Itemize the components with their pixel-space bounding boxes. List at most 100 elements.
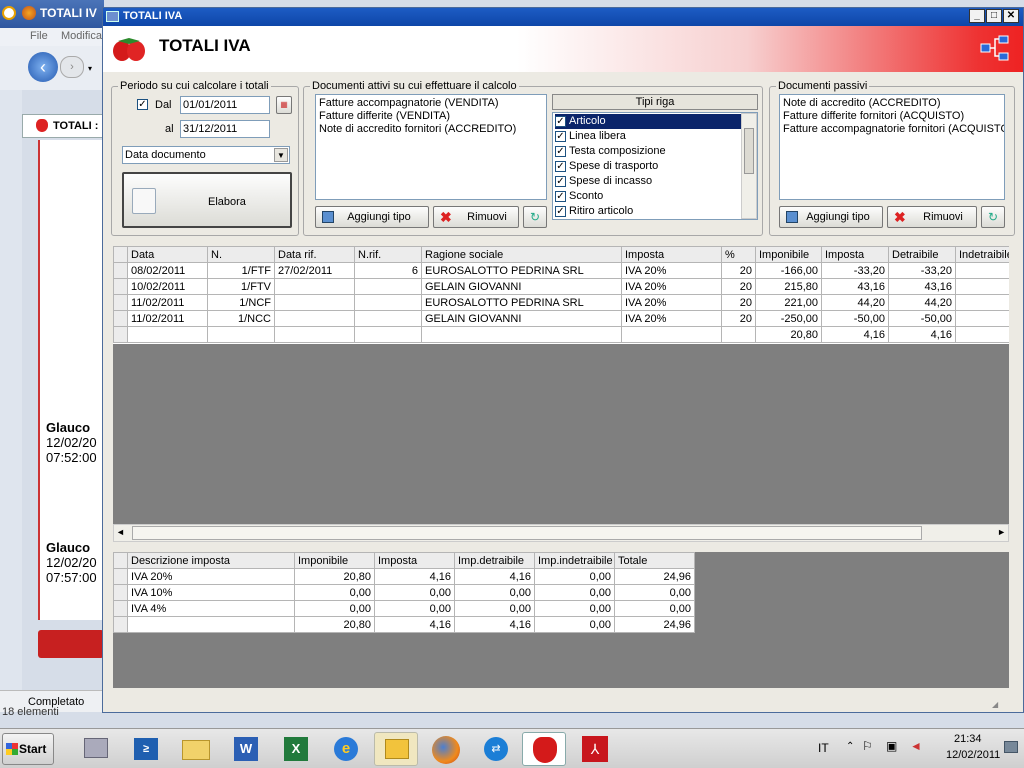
table-cell[interactable]: IVA 4% — [127, 600, 295, 617]
table-cell[interactable]: -50,00 — [888, 310, 956, 327]
table-cell[interactable]: 0,00 — [534, 616, 615, 633]
table-cell[interactable] — [274, 326, 355, 343]
row-selector[interactable] — [113, 294, 128, 311]
tipo-riga-item[interactable]: ✓ Testa composizione — [555, 144, 757, 159]
column-header[interactable]: % — [721, 246, 756, 263]
row-selector[interactable] — [113, 326, 128, 343]
list-item[interactable]: Fatture accompagnatorie fornitori (ACQUI… — [783, 123, 1004, 136]
list-item[interactable]: Fatture differite fornitori (ACQUISTO) — [783, 110, 1001, 123]
row-selector[interactable] — [113, 584, 128, 601]
list-item[interactable]: Fatture differite (VENDITA) — [319, 110, 543, 123]
table-cell[interactable]: 0,00 — [374, 584, 455, 601]
table-cell[interactable] — [127, 326, 208, 343]
table-cell[interactable]: 1/NCC — [207, 310, 275, 327]
table-row[interactable]: IVA 10% 0,00 0,00 0,00 0,00 0,00 — [113, 584, 695, 601]
table-row[interactable]: IVA 4% 0,00 0,00 0,00 0,00 0,00 — [113, 600, 695, 617]
tipo-riga-item[interactable]: ✓ Spese di trasporto — [555, 159, 757, 174]
clock-time[interactable]: 21:34 — [954, 733, 982, 745]
table-cell[interactable]: 6 — [354, 262, 422, 279]
table-cell[interactable]: 0,0 — [955, 294, 1009, 311]
table-cell[interactable] — [721, 326, 756, 343]
table-cell[interactable]: 4,16 — [454, 616, 535, 633]
table-cell[interactable] — [354, 278, 422, 295]
remove-passive-button[interactable]: ✖ Rimuovi — [887, 206, 977, 228]
column-header[interactable]: Indetraibile — [955, 246, 1009, 263]
speaker-muted-icon[interactable]: ◄ — [910, 739, 922, 753]
table-cell[interactable]: 0,0 — [955, 310, 1009, 327]
table-cell[interactable]: 24,96 — [614, 568, 695, 585]
row-selector[interactable] — [113, 262, 128, 279]
passive-docs-list[interactable]: Note di accredito (ACCREDITO) Fatture di… — [779, 94, 1005, 200]
table-cell[interactable] — [354, 294, 422, 311]
table-cell[interactable]: 0,00 — [614, 600, 695, 617]
table-cell[interactable]: 0,00 — [614, 584, 695, 601]
table-row[interactable]: 10/02/2011 1/FTV GELAIN GIOVANNI IVA 20% 20 2… — [113, 278, 1009, 295]
table-cell[interactable] — [127, 616, 295, 633]
add-passive-type-button[interactable]: Aggiungi tipo — [779, 206, 883, 228]
column-header[interactable]: Imp.detraibile — [454, 552, 535, 569]
remove-active-button[interactable]: ✖ Rimuovi — [433, 206, 519, 228]
table-cell[interactable]: 43,16 — [888, 278, 956, 295]
column-header[interactable]: Totale — [614, 552, 695, 569]
table-cell[interactable]: IVA 20% — [621, 262, 722, 279]
active-docs-list[interactable]: Fatture accompagnatorie (VENDITA) Fattur… — [315, 94, 547, 200]
row-selector[interactable] — [113, 310, 128, 327]
table-cell[interactable]: EUROSALOTTO PEDRINA SRL — [421, 262, 622, 279]
table-cell[interactable] — [354, 326, 422, 343]
table-cell[interactable]: -33,20 — [821, 262, 889, 279]
add-active-type-button[interactable]: Aggiungi tipo — [315, 206, 429, 228]
table-cell[interactable]: 0,00 — [294, 600, 375, 617]
column-header[interactable]: Imponibile — [294, 552, 375, 569]
table-cell[interactable]: 20,80 — [294, 568, 375, 585]
table-cell[interactable]: 4,16 — [888, 326, 956, 343]
date-type-select[interactable]: Data documento ▼ — [122, 146, 290, 164]
table-cell[interactable] — [274, 278, 355, 295]
tipo-riga-item[interactable]: ✓ Sconto — [555, 189, 757, 204]
elabora-button[interactable]: Elabora — [122, 172, 292, 228]
dal-checkbox[interactable]: ✓ — [137, 98, 151, 110]
computer-icon[interactable] — [74, 732, 118, 766]
table-cell[interactable]: 0,0 — [955, 278, 1009, 295]
al-date-field[interactable]: 31/12/2011 — [180, 120, 270, 138]
tipo-riga-item[interactable]: ✓ Articolo — [555, 114, 741, 129]
menu-file[interactable]: File — [30, 30, 48, 42]
table-cell[interactable]: 0,00 — [534, 584, 615, 601]
close-button[interactable]: ✕ — [1003, 9, 1019, 23]
refresh-passive-icon[interactable]: ↻ — [981, 206, 1005, 228]
excel-icon[interactable]: X — [274, 732, 318, 766]
table-cell[interactable]: IVA 20% — [621, 310, 722, 327]
table-cell[interactable]: 1/NCF — [207, 294, 275, 311]
scroll-right-icon[interactable]: ► — [997, 527, 1006, 537]
table-cell[interactable] — [621, 326, 722, 343]
column-header[interactable]: Data — [127, 246, 208, 263]
table-cell[interactable]: 10/02/2011 — [127, 278, 208, 295]
table-cell[interactable] — [354, 310, 422, 327]
outlook-icon[interactable] — [374, 732, 418, 766]
column-header[interactable]: Ragione sociale — [421, 246, 622, 263]
scroll-thumb[interactable] — [744, 128, 754, 174]
tipo-riga-item[interactable]: ✓ Linea libera — [555, 129, 757, 144]
column-header[interactable]: Detraibile — [888, 246, 956, 263]
table-cell[interactable]: 4,16 — [374, 568, 455, 585]
menu-modifica[interactable]: Modifica — [61, 30, 102, 42]
table-cell[interactable] — [207, 326, 275, 343]
table-row[interactable]: 20,804,164,160,0 — [113, 326, 1009, 343]
scroll-left-icon[interactable]: ◄ — [116, 527, 125, 537]
list-item[interactable]: Note di accredito (ACCREDITO) — [783, 97, 1001, 110]
table-cell[interactable]: 1/FTV — [207, 278, 275, 295]
calendar-icon[interactable]: ▦ — [276, 96, 292, 114]
table-cell[interactable]: 4,16 — [374, 616, 455, 633]
table-row[interactable]: 20,80 4,16 4,16 0,00 24,96 — [113, 616, 695, 633]
table-cell[interactable]: 20 — [721, 278, 756, 295]
table-cell[interactable]: 20,80 — [755, 326, 822, 343]
maximize-button[interactable]: □ — [986, 9, 1002, 23]
tipi-riga-scrollbar[interactable] — [741, 113, 757, 219]
table-cell[interactable]: 4,16 — [454, 568, 535, 585]
table-cell[interactable]: 0,00 — [374, 600, 455, 617]
table-cell[interactable]: 43,16 — [821, 278, 889, 295]
dal-date-field[interactable]: 01/01/2011 — [180, 96, 270, 114]
row-selector[interactable] — [113, 600, 128, 617]
table-cell[interactable]: EUROSALOTTO PEDRINA SRL — [421, 294, 622, 311]
row-selector[interactable] — [113, 616, 128, 633]
table-cell[interactable]: -33,20 — [888, 262, 956, 279]
